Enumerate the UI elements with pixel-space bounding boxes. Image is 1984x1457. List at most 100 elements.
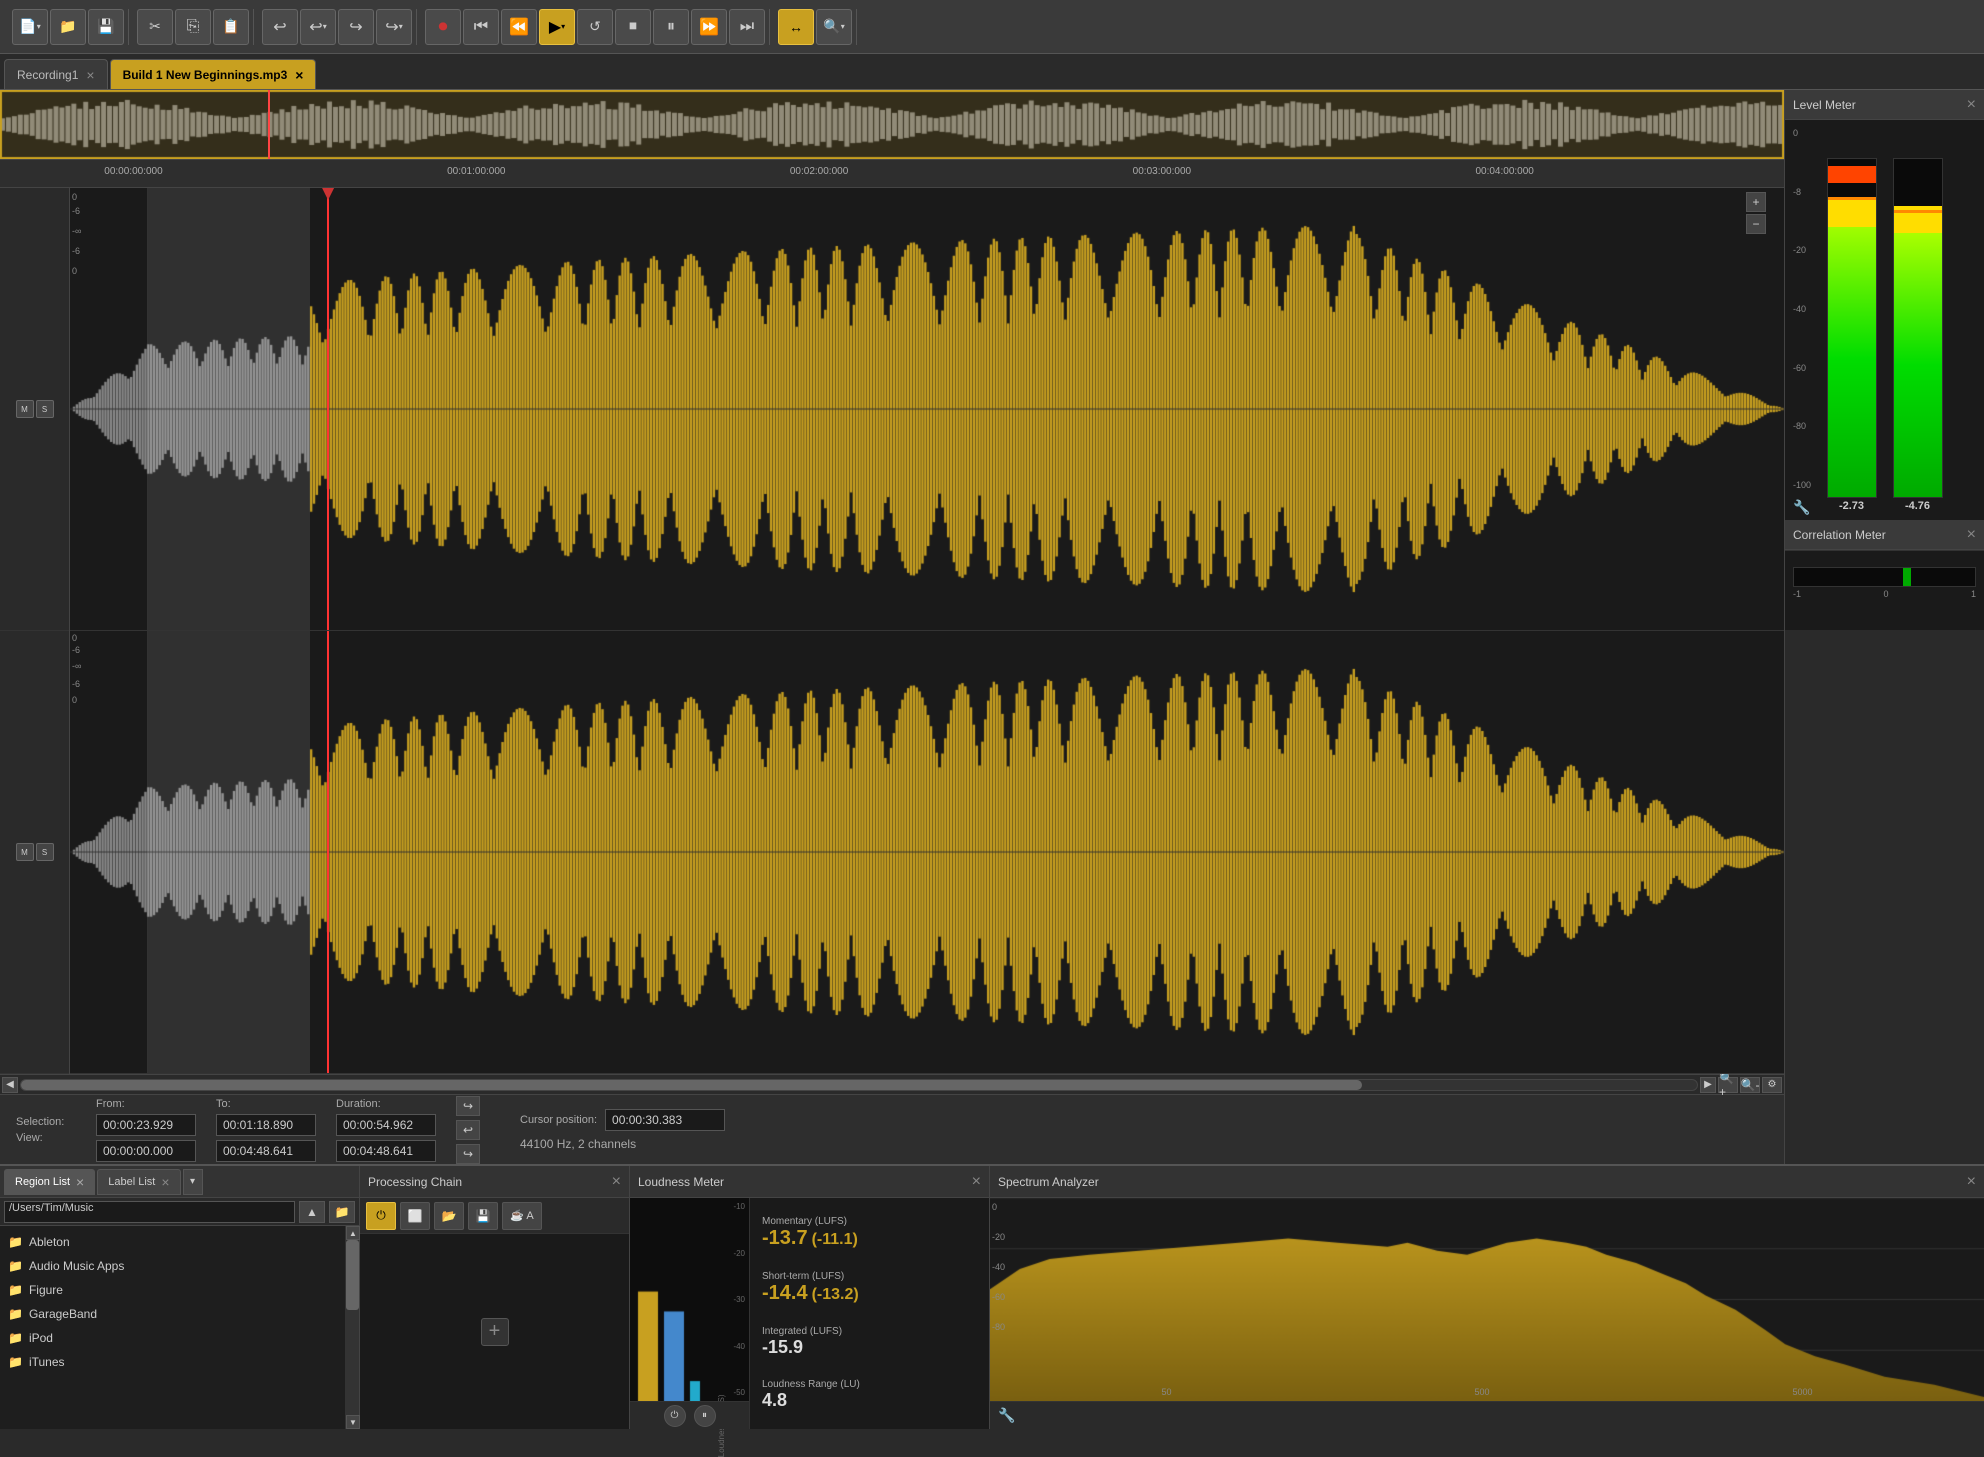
view-to-field[interactable]: 00:04:48.641 xyxy=(216,1140,316,1162)
file-list-scrollbar[interactable]: ▲ ▼ xyxy=(345,1226,359,1429)
open-button[interactable]: 📁 xyxy=(50,9,86,45)
file-item-audio-music-apps[interactable]: 📁 Audio Music Apps xyxy=(4,1254,341,1278)
zoom-in-v-btn[interactable]: + xyxy=(1746,192,1766,212)
view-dur-field[interactable]: 00:04:48.641 xyxy=(336,1140,436,1162)
file-scroll-track[interactable] xyxy=(346,1240,359,1415)
track-2[interactable]: 0 -6 -∞ -6 0 xyxy=(70,631,1784,1074)
loop-button[interactable]: ↺ xyxy=(577,9,613,45)
config-btn[interactable]: ⚙ xyxy=(1762,1077,1782,1093)
track1-solo-btn[interactable]: S xyxy=(36,400,54,418)
undo-dropdown-button[interactable]: ↩▾ xyxy=(300,9,336,45)
new-file-button[interactable]: 📄▾ xyxy=(12,9,48,45)
selection-highlight-2 xyxy=(147,631,310,1073)
spectrum-settings-icon[interactable]: 🔧 xyxy=(998,1407,1015,1424)
proc-power-btn[interactable]: ⏻ xyxy=(366,1202,396,1230)
proc-add-btn[interactable]: + xyxy=(481,1318,509,1346)
region-list-close[interactable]: × xyxy=(76,1174,84,1190)
track2-solo-btn[interactable]: S xyxy=(36,843,54,861)
zoom-button[interactable]: 🔍▾ xyxy=(816,9,852,45)
overview-playhead xyxy=(268,90,270,159)
file-list[interactable]: 📁 Ableton 📁 Audio Music Apps 📁 Figure 📁 … xyxy=(0,1226,345,1429)
skip-start-button[interactable]: ⏮ xyxy=(463,9,499,45)
record-button[interactable]: ⏺ xyxy=(425,9,461,45)
zoom-out-v-btn[interactable]: − xyxy=(1746,214,1766,234)
sel-redo-btn[interactable]: ↪ xyxy=(456,1096,480,1116)
tracks-area[interactable]: 0 -6 -∞ -6 0 0 -6 xyxy=(70,188,1784,1074)
zoom-in-h-btn[interactable]: 🔍+ xyxy=(1718,1077,1738,1093)
loudness-pause-btn[interactable]: ⏸ xyxy=(694,1405,716,1427)
track-1[interactable]: 0 -6 -∞ -6 0 xyxy=(70,188,1784,631)
tab-build1[interactable]: Build 1 New Beginnings.mp3 × xyxy=(110,59,317,89)
rewind-button[interactable]: ⏪ xyxy=(501,9,537,45)
spectrum-close[interactable]: × xyxy=(1967,1173,1976,1191)
track-control-1: M S xyxy=(0,188,69,631)
file-path-select[interactable]: /Users/Tim/Music xyxy=(4,1201,295,1223)
label-list-close[interactable]: × xyxy=(161,1174,169,1190)
pause-button[interactable]: ⏸ xyxy=(653,9,689,45)
proc-save-btn[interactable]: 💾 xyxy=(468,1202,498,1230)
db-label-6b-2: -6 xyxy=(72,679,80,689)
cursor-value-field[interactable]: 00:00:30.383 xyxy=(605,1109,725,1131)
proc-new-btn[interactable]: ⬜ xyxy=(400,1202,430,1230)
view-redo-btn[interactable]: ↪ xyxy=(456,1144,480,1164)
redo-button[interactable]: ↪ xyxy=(338,9,374,45)
stop-button[interactable]: ⏹ xyxy=(615,9,651,45)
auto-scroll-button[interactable]: ↔ xyxy=(778,9,814,45)
dur-col: Duration: 00:00:54.962 00:04:48.641 xyxy=(336,1098,436,1162)
h-scroll-left-btn[interactable]: ◀ xyxy=(2,1077,18,1093)
tabs-dropdown-btn[interactable]: ▾ xyxy=(183,1169,203,1195)
loudness-panel: Loudness Meter × -10 -20 -30 -40 -50 Lou… xyxy=(630,1166,990,1429)
view-undo-btn[interactable]: ↩ xyxy=(456,1120,480,1140)
right-panel: Level Meter × 0 -8 -20 -40 -60 -80 -100 xyxy=(1784,90,1984,1164)
tab-build1-close[interactable]: × xyxy=(295,67,303,83)
tab-label-list[interactable]: Label List × xyxy=(97,1169,180,1195)
redo-dropdown-button[interactable]: ↪▾ xyxy=(376,9,412,45)
paste-button[interactable]: 📋 xyxy=(213,9,249,45)
save-button[interactable]: 💾 xyxy=(88,9,124,45)
loudness-power-btn[interactable]: ⏻ xyxy=(664,1405,686,1427)
file-scroll-up[interactable]: ▲ xyxy=(346,1226,360,1240)
zoom-out-h-btn[interactable]: 🔍- xyxy=(1740,1077,1760,1093)
sel-from-field[interactable]: 00:00:23.929 xyxy=(96,1114,196,1136)
h-scroll-thumb[interactable] xyxy=(21,1080,1362,1090)
level-meter-close[interactable]: × xyxy=(1967,96,1976,114)
overview-waveform[interactable] xyxy=(0,90,1784,160)
sel-to-field[interactable]: 00:01:18.890 xyxy=(216,1114,316,1136)
file-scroll-down[interactable]: ▼ xyxy=(346,1415,360,1429)
file-item-figure[interactable]: 📁 Figure xyxy=(4,1278,341,1302)
bottom-panels: Region List × Label List × ▾ /Users/Tim/… xyxy=(0,1164,1984,1429)
loudness-close[interactable]: × xyxy=(972,1173,981,1191)
file-item-ableton[interactable]: 📁 Ableton xyxy=(4,1230,341,1254)
track2-mute-btn[interactable]: M xyxy=(16,843,34,861)
proc-open-btn[interactable]: 📂 xyxy=(434,1202,464,1230)
ffwd-button[interactable]: ⏩ xyxy=(691,9,727,45)
undo-button[interactable]: ↩ xyxy=(262,9,298,45)
integrated-value: -15.9 xyxy=(762,1337,803,1358)
file-path-folder-btn[interactable]: 📁 xyxy=(329,1201,355,1223)
file-item-ipod[interactable]: 📁 iPod xyxy=(4,1326,341,1350)
proc-close[interactable]: × xyxy=(612,1173,621,1191)
file-scroll-thumb[interactable] xyxy=(346,1240,359,1310)
cut-button[interactable]: ✂ xyxy=(137,9,173,45)
file-item-itunes[interactable]: 📁 iTunes xyxy=(4,1350,341,1374)
correlation-indicator xyxy=(1903,568,1911,586)
copy-button[interactable]: ⎘ xyxy=(175,9,211,45)
tab-recording1[interactable]: Recording1 × xyxy=(4,59,108,89)
level-meter-settings[interactable]: 🔧 xyxy=(1793,499,1810,516)
track1-mute-btn[interactable]: M xyxy=(16,400,34,418)
skip-end-button[interactable]: ⏭ xyxy=(729,9,765,45)
tab-recording1-close[interactable]: × xyxy=(86,67,94,83)
file-name-ipod: iPod xyxy=(29,1331,53,1345)
tab-region-list[interactable]: Region List × xyxy=(4,1169,95,1195)
selection-row-labels: Selection: View: xyxy=(16,1116,76,1144)
sel-dur-field[interactable]: 00:00:54.962 xyxy=(336,1114,436,1136)
correlation-meter-close[interactable]: × xyxy=(1967,526,1976,544)
view-from-field[interactable]: 00:00:00.000 xyxy=(96,1140,196,1162)
file-path-up-btn[interactable]: ▲ xyxy=(299,1201,325,1223)
proc-extra-btn[interactable]: ☕ A xyxy=(502,1202,542,1230)
h-scroll-right-btn[interactable]: ▶ xyxy=(1700,1077,1716,1093)
h-scroll-track[interactable] xyxy=(20,1079,1698,1091)
file-item-garageband[interactable]: 📁 GarageBand xyxy=(4,1302,341,1326)
play-button[interactable]: ▶▾ xyxy=(539,9,575,45)
correlation-meter-header: Correlation Meter × xyxy=(1785,520,1984,550)
